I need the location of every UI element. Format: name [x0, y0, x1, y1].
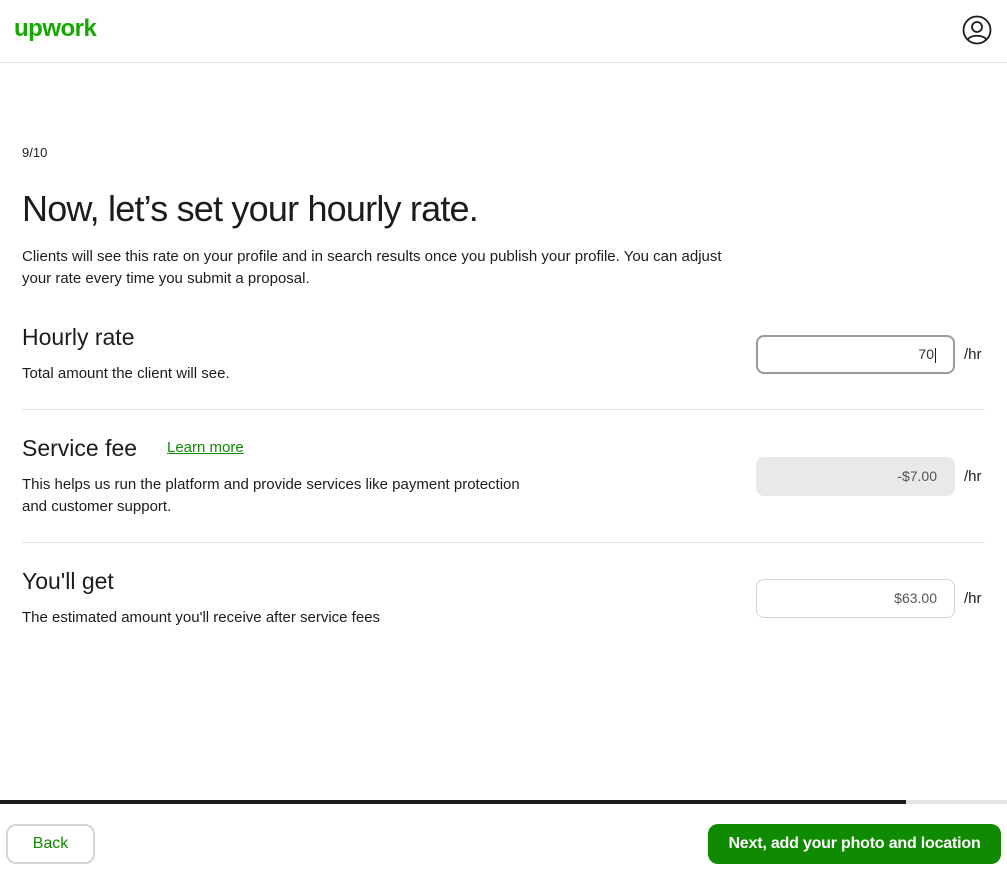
hourly-rate-title: Hourly rate [22, 324, 135, 350]
divider [22, 542, 985, 543]
hourly-rate-input[interactable]: 70 [756, 335, 955, 374]
learn-more-link[interactable]: Learn more [167, 437, 244, 459]
hourly-rate-description: Total amount the client will see. [22, 365, 230, 382]
progress-bar-fill [0, 800, 907, 804]
text-caret [935, 347, 936, 363]
hourly-rate-value: 70 [918, 346, 934, 362]
hourly-rate-unit: /hr [964, 346, 982, 363]
service-fee-description-line1: This helps us run the platform and provi… [22, 476, 520, 493]
progress-bar [0, 800, 1007, 804]
you-get-unit: /hr [964, 590, 982, 607]
service-fee-title: Service fee [22, 435, 138, 461]
intro-text: Clients will see this rate on your profi… [22, 248, 722, 287]
step-counter: 9/10 [22, 145, 48, 160]
you-get-title: You'll get [22, 568, 114, 594]
back-button[interactable]: Back [6, 824, 95, 864]
page: upwork 9/10 Now, let’s set your hourly r… [0, 0, 1007, 870]
top-header: upwork [0, 0, 1007, 63]
you-get-input[interactable]: $63.00 [756, 579, 955, 618]
you-get-description: The estimated amount you'll receive afte… [22, 609, 381, 626]
user-circle-icon[interactable] [962, 15, 992, 45]
service-fee-unit: /hr [964, 468, 982, 485]
divider [22, 409, 985, 410]
service-fee-field: -$7.00 [756, 457, 955, 496]
upwork-logo[interactable]: upwork [14, 13, 97, 45]
page-title: Now, let’s set your hourly rate. [22, 188, 479, 229]
service-fee-description-line2: and customer support. [22, 498, 172, 515]
next-button[interactable]: Next, add your photo and location [708, 824, 1001, 864]
